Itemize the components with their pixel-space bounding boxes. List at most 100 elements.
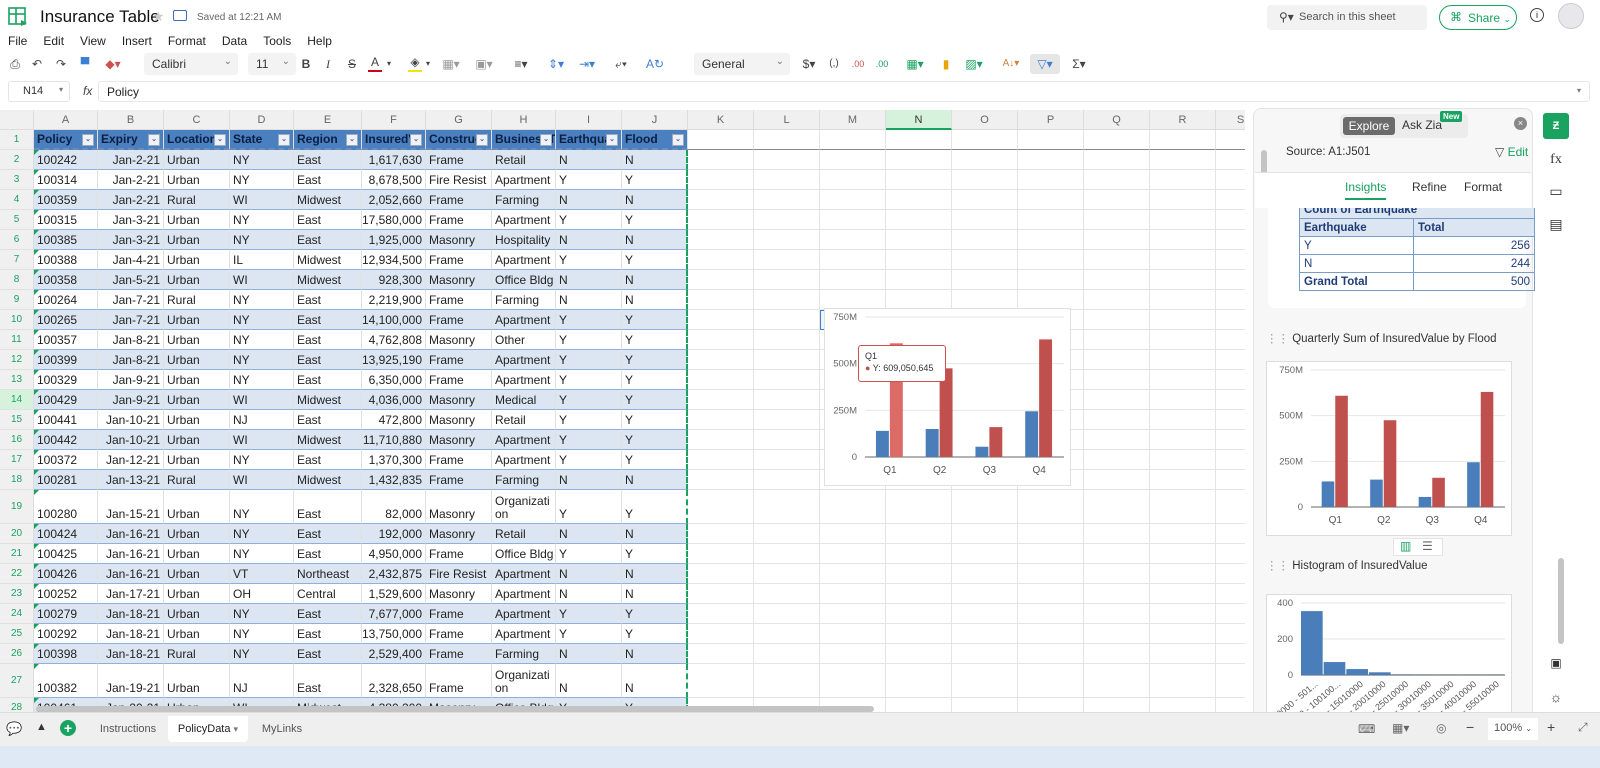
empty-cell[interactable] — [754, 524, 820, 544]
sheet-list-icon[interactable]: ▲ — [36, 721, 47, 733]
column-header[interactable]: L — [754, 110, 820, 130]
fullscreen-icon[interactable]: ⤢ — [1578, 720, 1588, 735]
paint-format-icon[interactable]: ▀ — [78, 54, 92, 74]
empty-cell[interactable] — [688, 130, 754, 150]
empty-cell[interactable] — [688, 644, 754, 664]
table-cell[interactable]: Apartment — [492, 604, 556, 624]
table-cell[interactable]: 100429 — [34, 390, 98, 410]
zia-icon[interactable]: Ƶ — [1543, 113, 1569, 139]
table-cell[interactable]: 100264 — [34, 290, 98, 310]
empty-cell[interactable] — [688, 664, 754, 698]
table-cell[interactable]: Y — [556, 210, 622, 230]
table-cell[interactable]: Masonry — [426, 584, 492, 604]
empty-cell[interactable] — [688, 350, 754, 370]
empty-cell[interactable] — [1216, 664, 1245, 698]
empty-cell[interactable] — [1216, 430, 1245, 450]
table-cell[interactable]: Frame — [426, 310, 492, 330]
empty-cell[interactable] — [1216, 584, 1245, 604]
table-cell[interactable]: 100359 — [34, 190, 98, 210]
empty-cell[interactable] — [1150, 330, 1216, 350]
empty-cell[interactable] — [1084, 604, 1150, 624]
empty-cell[interactable] — [754, 310, 820, 330]
table-cell[interactable]: 100385 — [34, 230, 98, 250]
table-cell[interactable]: 100425 — [34, 544, 98, 564]
table-cell[interactable]: 100358 — [34, 270, 98, 290]
empty-cell[interactable] — [1018, 190, 1084, 210]
table-cell[interactable]: 1,370,300 — [362, 450, 426, 470]
empty-cell[interactable] — [820, 190, 886, 210]
image-icon[interactable]: ▨▾ — [962, 54, 986, 74]
table-cell[interactable]: East — [294, 644, 362, 664]
table-cell[interactable]: OH — [230, 584, 294, 604]
empty-cell[interactable] — [1216, 470, 1245, 490]
bar-chart-icon[interactable]: ☰ — [1422, 539, 1433, 553]
table-cell[interactable]: Y — [622, 544, 688, 564]
filter-dropdown-icon[interactable]: ⌄ — [278, 134, 290, 146]
table-cell[interactable]: Fire Resist — [426, 564, 492, 584]
row-header[interactable]: 8 — [0, 270, 34, 290]
empty-cell[interactable] — [1084, 430, 1150, 450]
table-cell[interactable]: 6,350,000 — [362, 370, 426, 390]
table-cell[interactable]: 100442 — [34, 430, 98, 450]
table-cell[interactable]: NY — [230, 644, 294, 664]
table-cell[interactable]: Masonry — [426, 410, 492, 430]
empty-cell[interactable] — [1216, 604, 1245, 624]
print-icon[interactable]: ⎙ — [8, 54, 22, 74]
sheet-tab-instructions[interactable]: Instructions — [90, 716, 166, 742]
table-cell[interactable]: N — [622, 644, 688, 664]
empty-cell[interactable] — [1084, 270, 1150, 290]
empty-cell[interactable] — [952, 584, 1018, 604]
table-cell[interactable]: Midwest — [294, 190, 362, 210]
table-cell[interactable]: East — [294, 410, 362, 430]
table-cell[interactable]: Urban — [164, 624, 230, 644]
empty-cell[interactable] — [886, 544, 952, 564]
menu-format[interactable]: Format — [160, 32, 214, 52]
empty-cell[interactable] — [952, 644, 1018, 664]
sort-icon[interactable]: A↓▾ — [1000, 54, 1022, 74]
empty-cell[interactable] — [754, 490, 820, 524]
table-cell[interactable]: Urban — [164, 564, 230, 584]
empty-cell[interactable] — [1084, 564, 1150, 584]
bold-icon[interactable]: B — [300, 54, 312, 74]
column-header[interactable]: Q — [1084, 110, 1150, 130]
empty-cell[interactable] — [952, 270, 1018, 290]
empty-cell[interactable] — [886, 210, 952, 230]
empty-cell[interactable] — [820, 524, 886, 544]
table-cell[interactable]: 2,219,900 — [362, 290, 426, 310]
vertical-align-icon[interactable]: ⇕▾ — [545, 54, 567, 74]
align-icon[interactable]: ≡▾ — [510, 54, 532, 74]
empty-cell[interactable] — [1216, 410, 1245, 430]
empty-cell[interactable] — [1084, 230, 1150, 250]
empty-cell[interactable] — [688, 410, 754, 430]
empty-cell[interactable] — [754, 564, 820, 584]
table-cell[interactable]: N — [622, 290, 688, 310]
row-header[interactable]: 15 — [0, 410, 34, 430]
table-cell[interactable]: Y — [556, 250, 622, 270]
empty-cell[interactable] — [820, 624, 886, 644]
table-cell[interactable]: 2,529,400 — [362, 644, 426, 664]
currency-icon[interactable]: $▾ — [800, 54, 818, 74]
empty-cell[interactable] — [952, 150, 1018, 170]
row-header[interactable]: 6 — [0, 230, 34, 250]
empty-cell[interactable] — [754, 250, 820, 270]
table-cell[interactable]: N — [556, 470, 622, 490]
table-cell[interactable]: Y — [622, 450, 688, 470]
table-cell[interactable]: Retail — [492, 150, 556, 170]
empty-cell[interactable] — [1216, 230, 1245, 250]
cell-reference-box[interactable]: N14 ▾ — [8, 81, 70, 102]
empty-cell[interactable] — [820, 270, 886, 290]
empty-cell[interactable] — [820, 250, 886, 270]
table-cell[interactable]: N — [556, 584, 622, 604]
table-cell[interactable]: East — [294, 624, 362, 644]
empty-cell[interactable] — [1084, 210, 1150, 230]
table-cell[interactable]: Apartment — [492, 210, 556, 230]
table-cell[interactable]: NJ — [230, 664, 294, 698]
table-cell[interactable]: Central — [294, 584, 362, 604]
empty-cell[interactable] — [820, 290, 886, 310]
empty-cell[interactable] — [688, 490, 754, 524]
row-header[interactable]: 12 — [0, 350, 34, 370]
empty-cell[interactable] — [1084, 130, 1150, 150]
table-cell[interactable]: N — [622, 664, 688, 698]
empty-cell[interactable] — [820, 170, 886, 190]
indent-icon[interactable]: ⇥▾ — [576, 54, 598, 74]
